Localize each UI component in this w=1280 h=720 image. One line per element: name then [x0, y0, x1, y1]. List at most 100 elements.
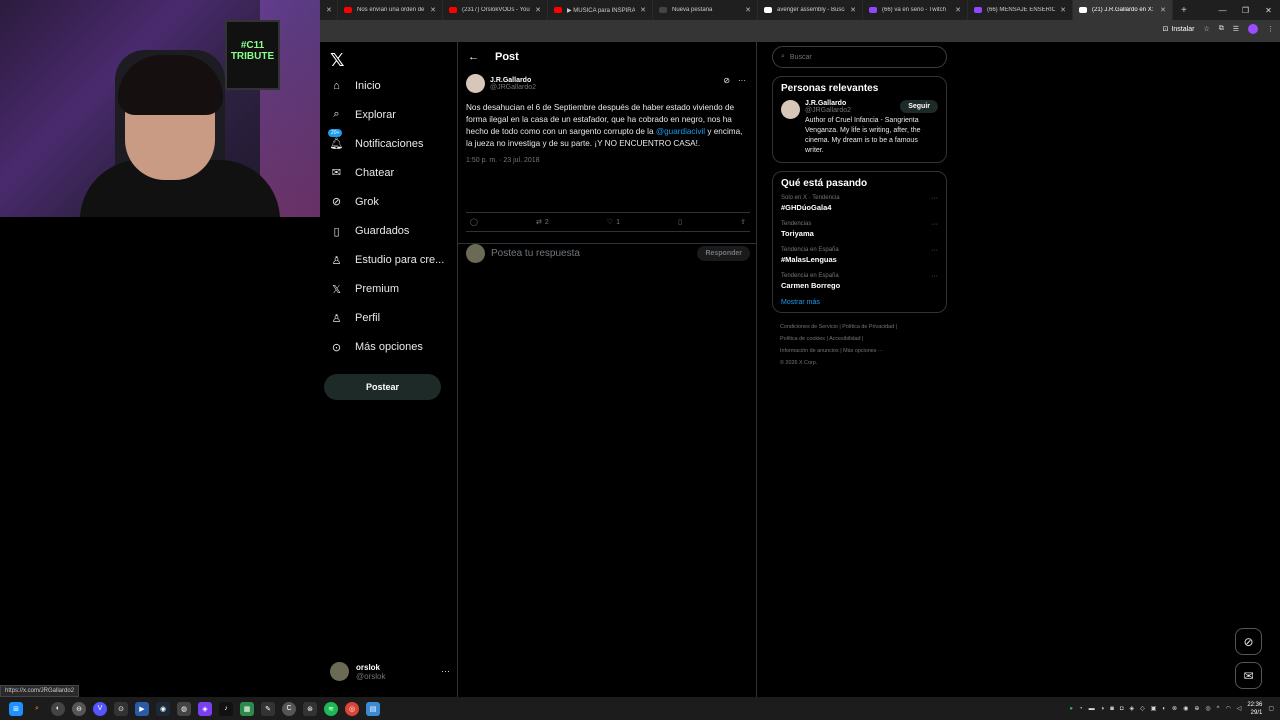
- app-icon[interactable]: ◈: [198, 701, 212, 716]
- tray-icon[interactable]: ▬: [1089, 706, 1095, 712]
- nav-item[interactable]: 🔔︎ 20+ Notificaciones: [328, 129, 423, 150]
- back-arrow-icon[interactable]: ←: [468, 51, 479, 63]
- more-dots-icon[interactable]: ···: [441, 666, 450, 676]
- tab-close-icon[interactable]: ✕: [955, 6, 961, 14]
- extension-icon[interactable]: ⧉: [1219, 25, 1224, 33]
- nav-item[interactable]: ⌂ Inicio: [330, 79, 381, 92]
- windows-start-icon[interactable]: ⊞: [9, 701, 23, 716]
- footer-link[interactable]: Accesibilidad: [829, 336, 860, 342]
- browser-tab[interactable]: avenger assembly - Busca ✕: [758, 0, 863, 20]
- tab-close-icon[interactable]: ✕: [535, 6, 541, 14]
- spotify-icon[interactable]: ≋: [324, 701, 338, 716]
- more-dots-icon[interactable]: ···: [931, 273, 938, 280]
- bookmark-list-icon[interactable]: ☰: [1233, 25, 1239, 33]
- tray-icon[interactable]: ◉: [1183, 705, 1188, 712]
- close-window-icon[interactable]: ✕: [1257, 6, 1280, 15]
- app-icon[interactable]: ✎: [261, 701, 275, 716]
- steam-icon[interactable]: ◉: [156, 701, 170, 716]
- browser-tab[interactable]: ▶ MÚSICA para INSPIRAR ✕: [548, 0, 653, 20]
- footer-link[interactable]: Información de anuncios: [780, 348, 839, 354]
- tray-icon[interactable]: ^: [1217, 706, 1220, 712]
- app-icon[interactable]: ▶: [135, 701, 149, 716]
- nav-item[interactable]: ✉ Chatear: [330, 166, 394, 180]
- tab-close-partial[interactable]: ✕: [320, 0, 338, 20]
- tray-icon[interactable]: ◙: [1110, 706, 1114, 712]
- author-avatar[interactable]: [466, 74, 485, 93]
- app-icon[interactable]: ◍: [177, 701, 191, 716]
- footer-link[interactable]: Política de cookies: [780, 336, 825, 342]
- nav-item[interactable]: ⊙ Más opciones: [330, 341, 423, 354]
- chrome-icon[interactable]: ◎: [345, 701, 359, 716]
- nav-item[interactable]: ⌕ Explorar: [330, 108, 396, 121]
- tray-icon[interactable]: ◐: [1162, 706, 1166, 712]
- trend-item[interactable]: Tendencia en España #MalasLenguas ···: [781, 247, 938, 264]
- trend-item[interactable]: Tendencias Toriyama ···: [781, 221, 938, 238]
- more-dots-icon[interactable]: ···: [931, 247, 938, 254]
- notepad-icon[interactable]: ▤: [366, 701, 380, 716]
- post-timestamp[interactable]: 1:50 p. m. · 23 jul. 2018: [466, 157, 750, 164]
- star-icon[interactable]: ☆: [1203, 25, 1209, 33]
- tray-icon[interactable]: ⊕: [1194, 705, 1199, 712]
- new-tab-button[interactable]: +: [1173, 5, 1195, 16]
- tray-icon[interactable]: ◘: [1120, 706, 1124, 712]
- menu-kebab-icon[interactable]: ⋮: [1267, 25, 1274, 33]
- nav-item[interactable]: ♙ Perfil: [330, 312, 381, 325]
- app-icon[interactable]: V: [93, 701, 107, 716]
- tab-close-icon[interactable]: ✕: [640, 6, 646, 14]
- tab-close-icon[interactable]: ✕: [1060, 6, 1066, 14]
- browser-tab[interactable]: (2317) OrslokVODs - YouT ✕: [443, 0, 548, 20]
- spotify-tray-icon[interactable]: ●: [1069, 706, 1073, 712]
- footer-link[interactable]: Política de Privacidad: [842, 324, 894, 330]
- reply-input[interactable]: Postea tu respuesta: [491, 248, 691, 259]
- nav-item[interactable]: ▯ Guardados: [330, 225, 409, 238]
- reply-action[interactable]: ◯: [470, 218, 478, 226]
- search-input[interactable]: ⌕ Buscar: [772, 46, 947, 68]
- footer-link[interactable]: Más opciones ···: [843, 348, 883, 354]
- account-switcher[interactable]: orslok @orslok ···: [330, 662, 450, 681]
- profile-avatar[interactable]: [1248, 24, 1258, 34]
- grok-float-button[interactable]: ⊘: [1235, 628, 1262, 655]
- app-icon[interactable]: ⊙: [114, 701, 128, 716]
- app-icon[interactable]: ⊛: [303, 701, 317, 716]
- clock[interactable]: 22:36 29/1: [1247, 701, 1262, 717]
- more-dots-icon[interactable]: ···: [738, 76, 746, 85]
- bookmark-action[interactable]: ▯: [678, 218, 682, 226]
- person-item[interactable]: J.R.Gallardo @JRGallardo2 Author of Crue…: [781, 100, 938, 156]
- mention-link[interactable]: @guardiacivil: [656, 127, 705, 136]
- tab-close-icon[interactable]: ✕: [430, 6, 436, 14]
- x-logo-icon[interactable]: 𝕏: [330, 50, 345, 71]
- tray-icon[interactable]: ◔: [1079, 706, 1083, 712]
- author-handle[interactable]: @JRGallardo2: [490, 84, 536, 91]
- maximize-icon[interactable]: ❐: [1234, 6, 1257, 15]
- app-icon[interactable]: C: [282, 701, 296, 716]
- app-icon[interactable]: ◐: [51, 701, 65, 716]
- repost-action[interactable]: ⇄ 2: [536, 218, 549, 227]
- browser-tab[interactable]: Nos envían una orden de ✕: [338, 0, 443, 20]
- share-action[interactable]: ⇪: [740, 218, 746, 226]
- like-action[interactable]: ♡ 1: [607, 218, 620, 227]
- tab-close-icon[interactable]: ✕: [745, 6, 751, 14]
- author-name[interactable]: J.R.Gallardo: [490, 77, 536, 84]
- post-button[interactable]: Postear: [324, 374, 441, 400]
- trend-item[interactable]: Solo en X · Tendencia #GHDúoGala4 ···: [781, 195, 938, 212]
- tray-icon[interactable]: ⊗: [1172, 705, 1177, 712]
- volume-icon[interactable]: ◁: [1237, 705, 1242, 712]
- tiktok-icon[interactable]: ♪: [219, 701, 233, 716]
- browser-tab[interactable]: (21) J.R.Gallardo en X: "No ✕: [1073, 0, 1173, 20]
- tab-close-icon[interactable]: ✕: [850, 6, 856, 14]
- notification-icon[interactable]: ▢: [1268, 705, 1274, 712]
- tray-icon[interactable]: ◎: [1205, 705, 1210, 712]
- trend-item[interactable]: Tendencia en España Carmen Borrego ···: [781, 273, 938, 290]
- messages-float-button[interactable]: ✉: [1235, 662, 1262, 689]
- nav-item[interactable]: 𝕏 Premium: [330, 283, 399, 296]
- app-icon[interactable]: ▦: [240, 701, 254, 716]
- nav-item[interactable]: ♙ Estudio para cre...: [330, 254, 445, 267]
- wifi-icon[interactable]: ◠: [1225, 705, 1230, 712]
- tray-icon[interactable]: ▣: [1151, 705, 1157, 712]
- more-dots-icon[interactable]: ···: [931, 195, 938, 202]
- grok-icon[interactable]: ⊘: [723, 76, 730, 85]
- follow-button[interactable]: Seguir: [900, 100, 938, 113]
- tray-icon[interactable]: ◑: [1101, 706, 1105, 712]
- minimize-icon[interactable]: —: [1211, 6, 1234, 15]
- show-more-link[interactable]: Mostrar más: [781, 299, 938, 306]
